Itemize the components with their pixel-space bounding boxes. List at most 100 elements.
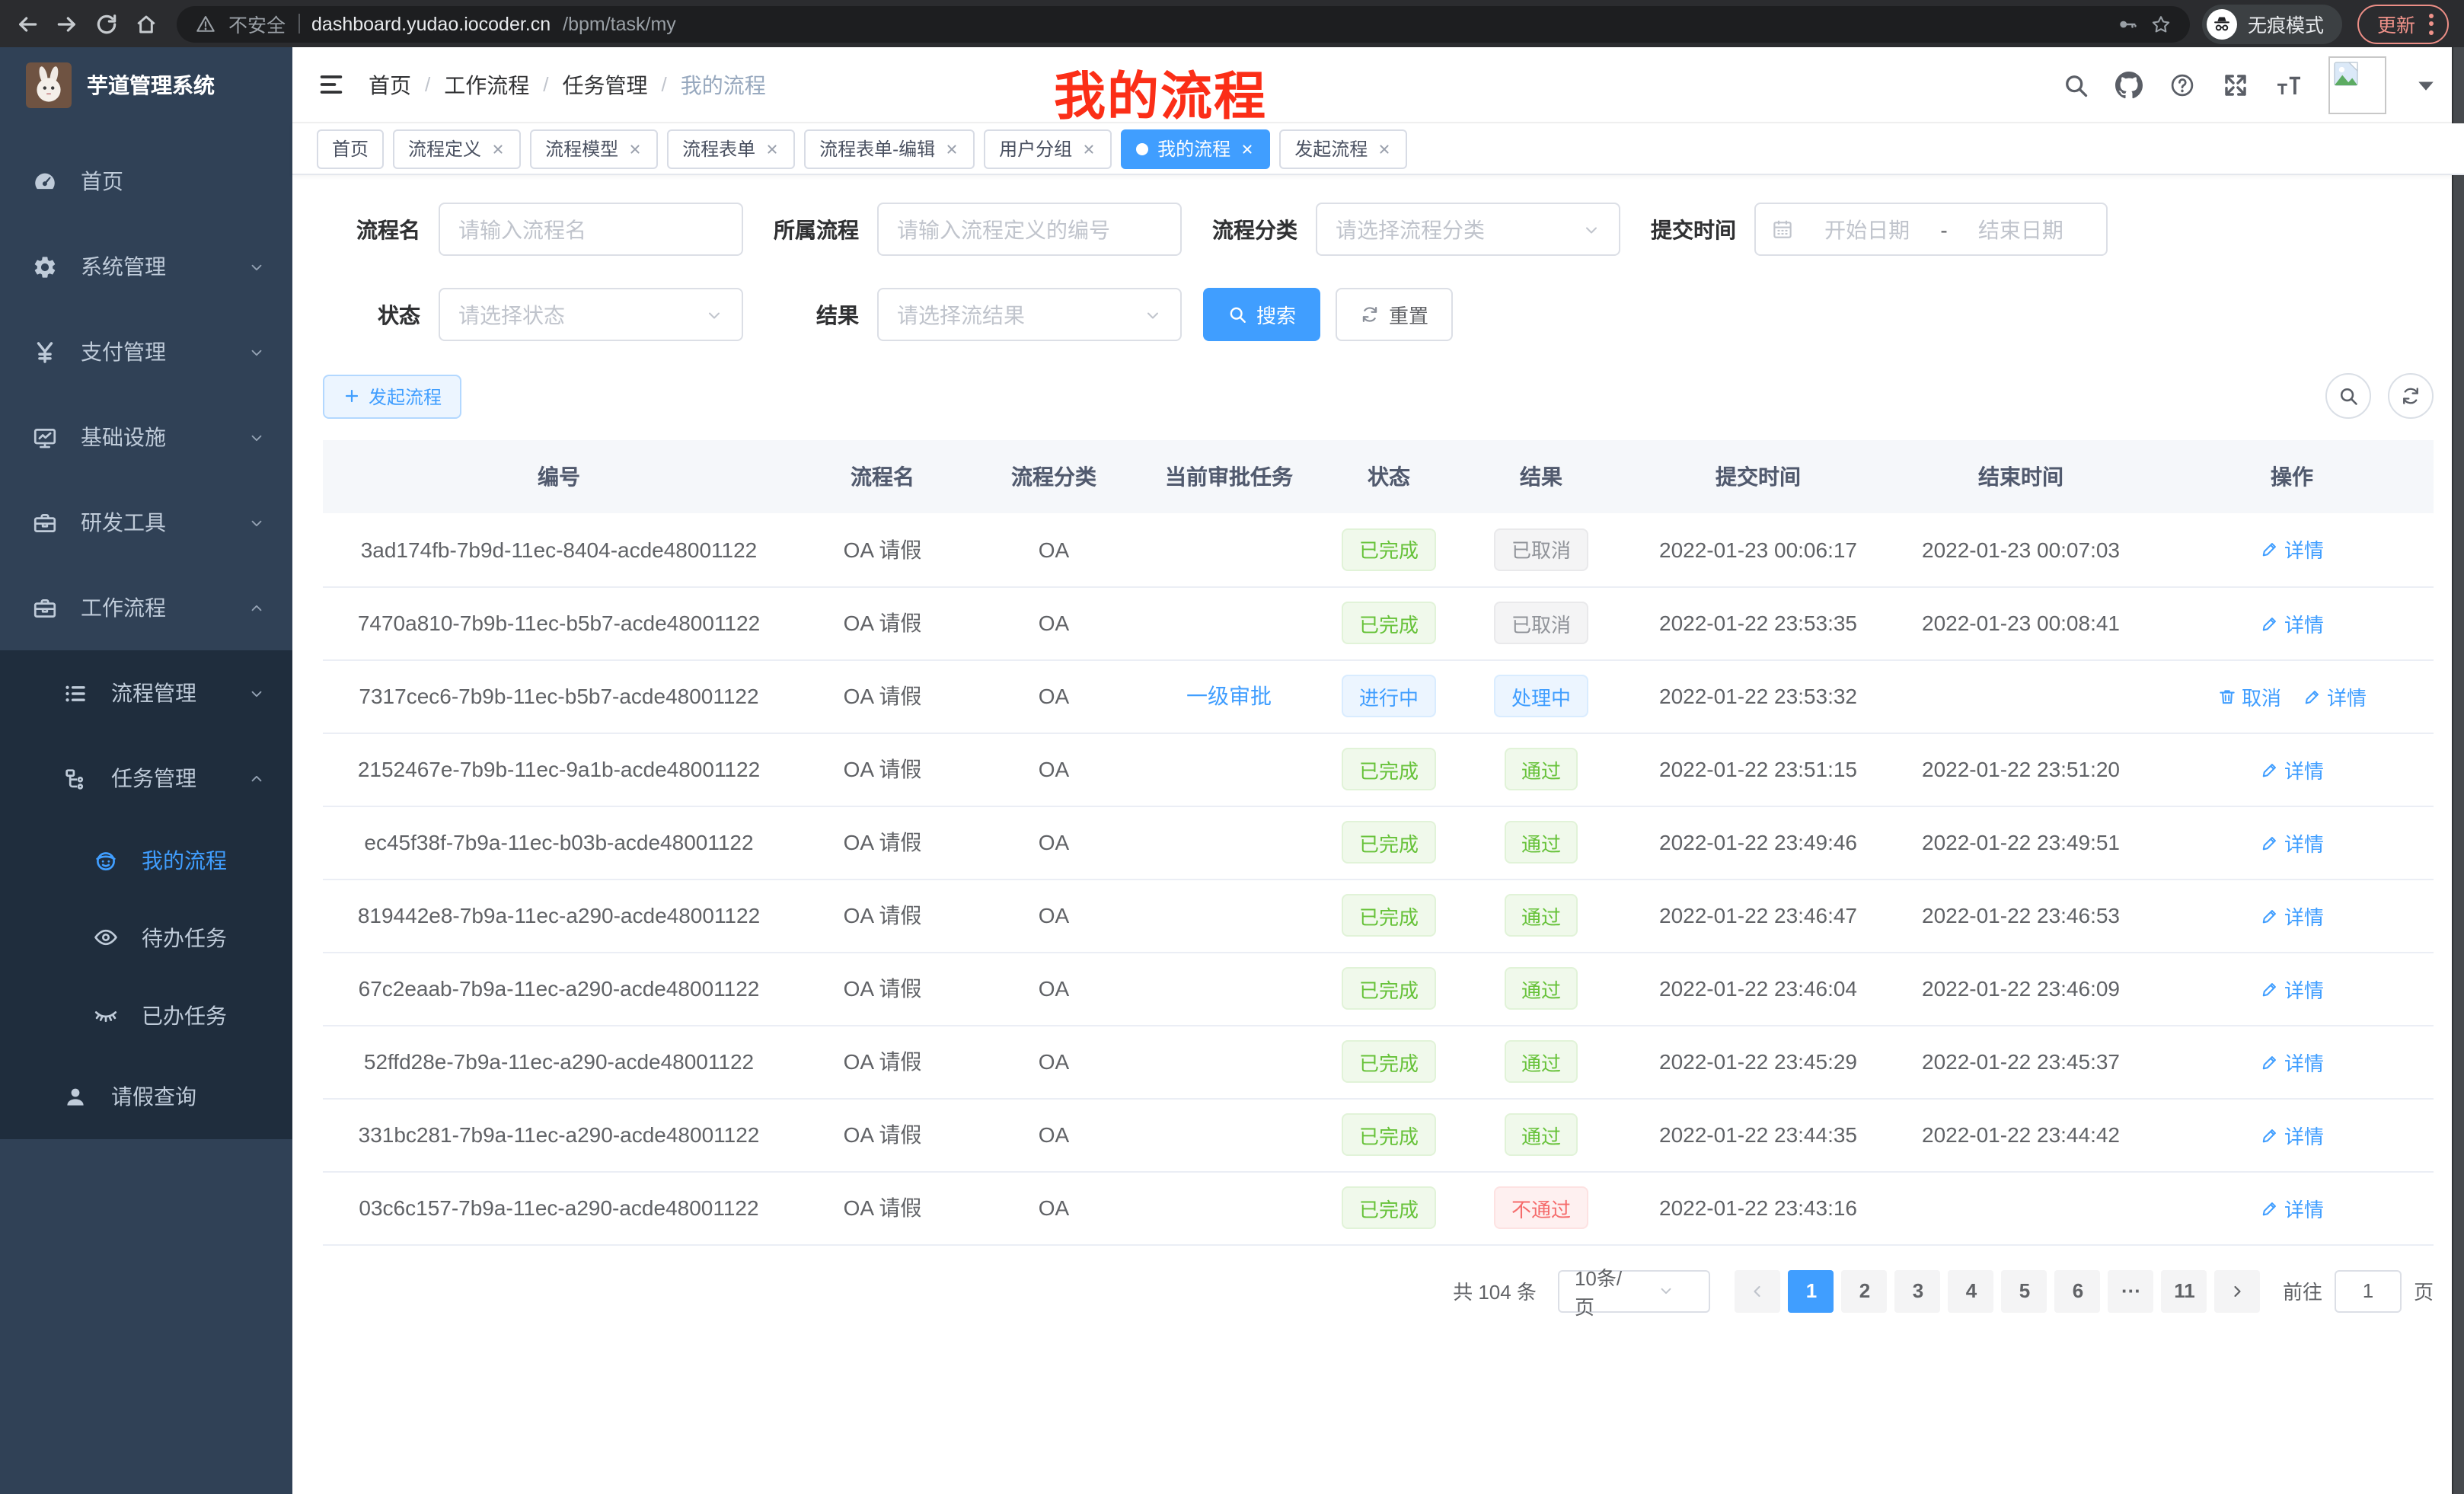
page-button[interactable]: 6 [2055,1269,2101,1312]
process-name-input[interactable] [439,203,743,256]
reload-icon[interactable] [94,11,119,36]
op-detail-link[interactable]: 详情 [2260,535,2324,564]
sidebar-item[interactable]: 基础设施 [0,394,292,480]
search-icon[interactable] [2062,71,2089,98]
current-task-link[interactable]: 一级审批 [1186,684,1272,708]
op-detail-link[interactable]: 详情 [2260,1120,2324,1149]
page-scrollbar[interactable] [2452,47,2464,1494]
sidebar-item[interactable]: 系统管理 [0,224,292,309]
update-label[interactable]: 更新 [2377,9,2415,38]
close-tab-icon[interactable] [764,141,780,156]
sidebar-item[interactable]: 首页 [0,139,292,224]
caret-down-icon[interactable] [2412,71,2440,98]
help-icon[interactable] [2169,71,2196,98]
start-date-placeholder[interactable]: 开始日期 [1797,214,1937,244]
breadcrumb-item[interactable]: 工作流程 [444,69,529,100]
op-cancel-link[interactable]: 取消 [2217,682,2281,710]
kebab-menu-icon[interactable] [2429,13,2434,34]
font-size-icon[interactable] [2275,71,2303,98]
close-tab-icon[interactable] [1240,141,1255,156]
fullscreen-icon[interactable] [2222,71,2249,98]
status-tag: 通过 [1505,748,1578,790]
sidebar-logo[interactable]: 芋道管理系统 [0,47,292,123]
goto-page-input[interactable] [2335,1269,2402,1312]
cell-process-name: OA 请假 [795,1098,970,1171]
op-detail-link[interactable]: 详情 [2260,828,2324,857]
not-secure-warning-icon[interactable] [195,13,216,34]
home-icon[interactable] [134,11,158,36]
avatar[interactable] [2328,56,2386,113]
sidebar-item[interactable]: 任务管理 [0,736,292,821]
tab[interactable]: 流程定义 [393,129,521,168]
start-process-button[interactable]: 发起流程 [323,374,461,418]
toggle-search-button[interactable] [2325,373,2371,419]
submit-time-range-picker[interactable]: 开始日期 - 结束日期 [1754,203,2108,256]
op-detail-link[interactable]: 详情 [2260,1047,2324,1076]
more-pages-button[interactable]: ··· [2108,1269,2154,1312]
sidebar-toggle-button[interactable] [292,46,369,123]
sidebar-item[interactable]: 支付管理 [0,309,292,394]
next-page-button[interactable] [2215,1269,2261,1312]
reset-button[interactable]: 重置 [1336,288,1453,341]
address-bar[interactable]: 不安全 dashboard.yudao.iocoder.cn/bpm/task/… [177,5,2190,42]
page-button[interactable]: 4 [1949,1269,1994,1312]
page-size-select[interactable]: 10条/页 [1558,1269,1710,1312]
page-button[interactable]: 2 [1842,1269,1888,1312]
github-icon[interactable] [2115,71,2143,98]
category-select[interactable]: 请选择流程分类 [1316,203,1620,256]
url-path[interactable]: /bpm/task/my [563,13,676,34]
op-detail-link[interactable]: 详情 [2260,755,2324,784]
bookmark-star-icon[interactable] [2150,13,2172,34]
op-detail-link[interactable]: 详情 [2260,1193,2324,1222]
sidebar-item[interactable]: 待办任务 [0,899,292,976]
process-definition-input[interactable] [877,203,1182,256]
sidebar-item-label: 工作流程 [81,592,166,623]
tab[interactable]: 流程表单 [667,129,795,168]
chevron-down-icon [248,258,265,275]
page-button[interactable]: 1 [1789,1269,1834,1312]
close-tab-icon[interactable] [944,141,959,156]
search-button[interactable]: 搜索 [1203,288,1320,341]
browser-update-button[interactable]: 更新 [2357,4,2449,43]
tab[interactable]: 我的流程 [1121,129,1270,168]
sidebar-item[interactable]: 我的流程 [0,821,292,899]
page-button[interactable]: 3 [1895,1269,1941,1312]
page-button[interactable]: 5 [2002,1269,2047,1312]
sidebar-item[interactable]: 工作流程 [0,565,292,650]
breadcrumb-item[interactable]: 任务管理 [563,69,648,100]
sidebar-item[interactable]: 研发工具 [0,480,292,565]
cell-current-task [1138,879,1320,952]
cell-process-name: OA 请假 [795,1171,970,1244]
page-button[interactable]: 11 [2162,1269,2207,1312]
tab[interactable]: 发起流程 [1279,129,1407,168]
user-icon [62,1084,88,1109]
tab[interactable]: 流程模型 [530,129,658,168]
close-tab-icon[interactable] [627,141,643,156]
tab[interactable]: 用户分组 [984,129,1112,168]
sidebar-item[interactable]: 已办任务 [0,976,292,1054]
forward-icon[interactable] [55,11,79,36]
cell-process-id: 2152467e-7b9b-11ec-9a1b-acde48001122 [323,733,795,806]
op-detail-link[interactable]: 详情 [2260,608,2324,637]
op-detail-link[interactable]: 详情 [2260,974,2324,1003]
sidebar-item[interactable]: 请假查询 [0,1054,292,1139]
tab[interactable]: 首页 [317,129,384,168]
status-select[interactable]: 请选择状态 [439,288,743,341]
back-icon[interactable] [15,11,40,36]
end-date-placeholder[interactable]: 结束日期 [1951,214,2091,244]
sidebar-item[interactable]: 流程管理 [0,650,292,736]
url-host[interactable]: dashboard.yudao.iocoder.cn [311,13,551,34]
edit-icon [2303,686,2322,706]
close-tab-icon[interactable] [490,141,506,156]
result-select[interactable]: 请选择流结果 [877,288,1182,341]
close-tab-icon[interactable] [1081,141,1096,156]
op-detail-link[interactable]: 详情 [2260,901,2324,930]
breadcrumb-item[interactable]: 首页 [369,69,411,100]
refresh-table-button[interactable] [2388,373,2434,419]
op-detail-link[interactable]: 详情 [2303,682,2367,710]
close-tab-icon[interactable] [1377,141,1392,156]
security-label[interactable]: 不安全 [228,9,286,38]
prev-page-button[interactable] [1735,1269,1781,1312]
password-key-icon[interactable] [2117,13,2138,34]
tab[interactable]: 流程表单-编辑 [804,129,975,168]
